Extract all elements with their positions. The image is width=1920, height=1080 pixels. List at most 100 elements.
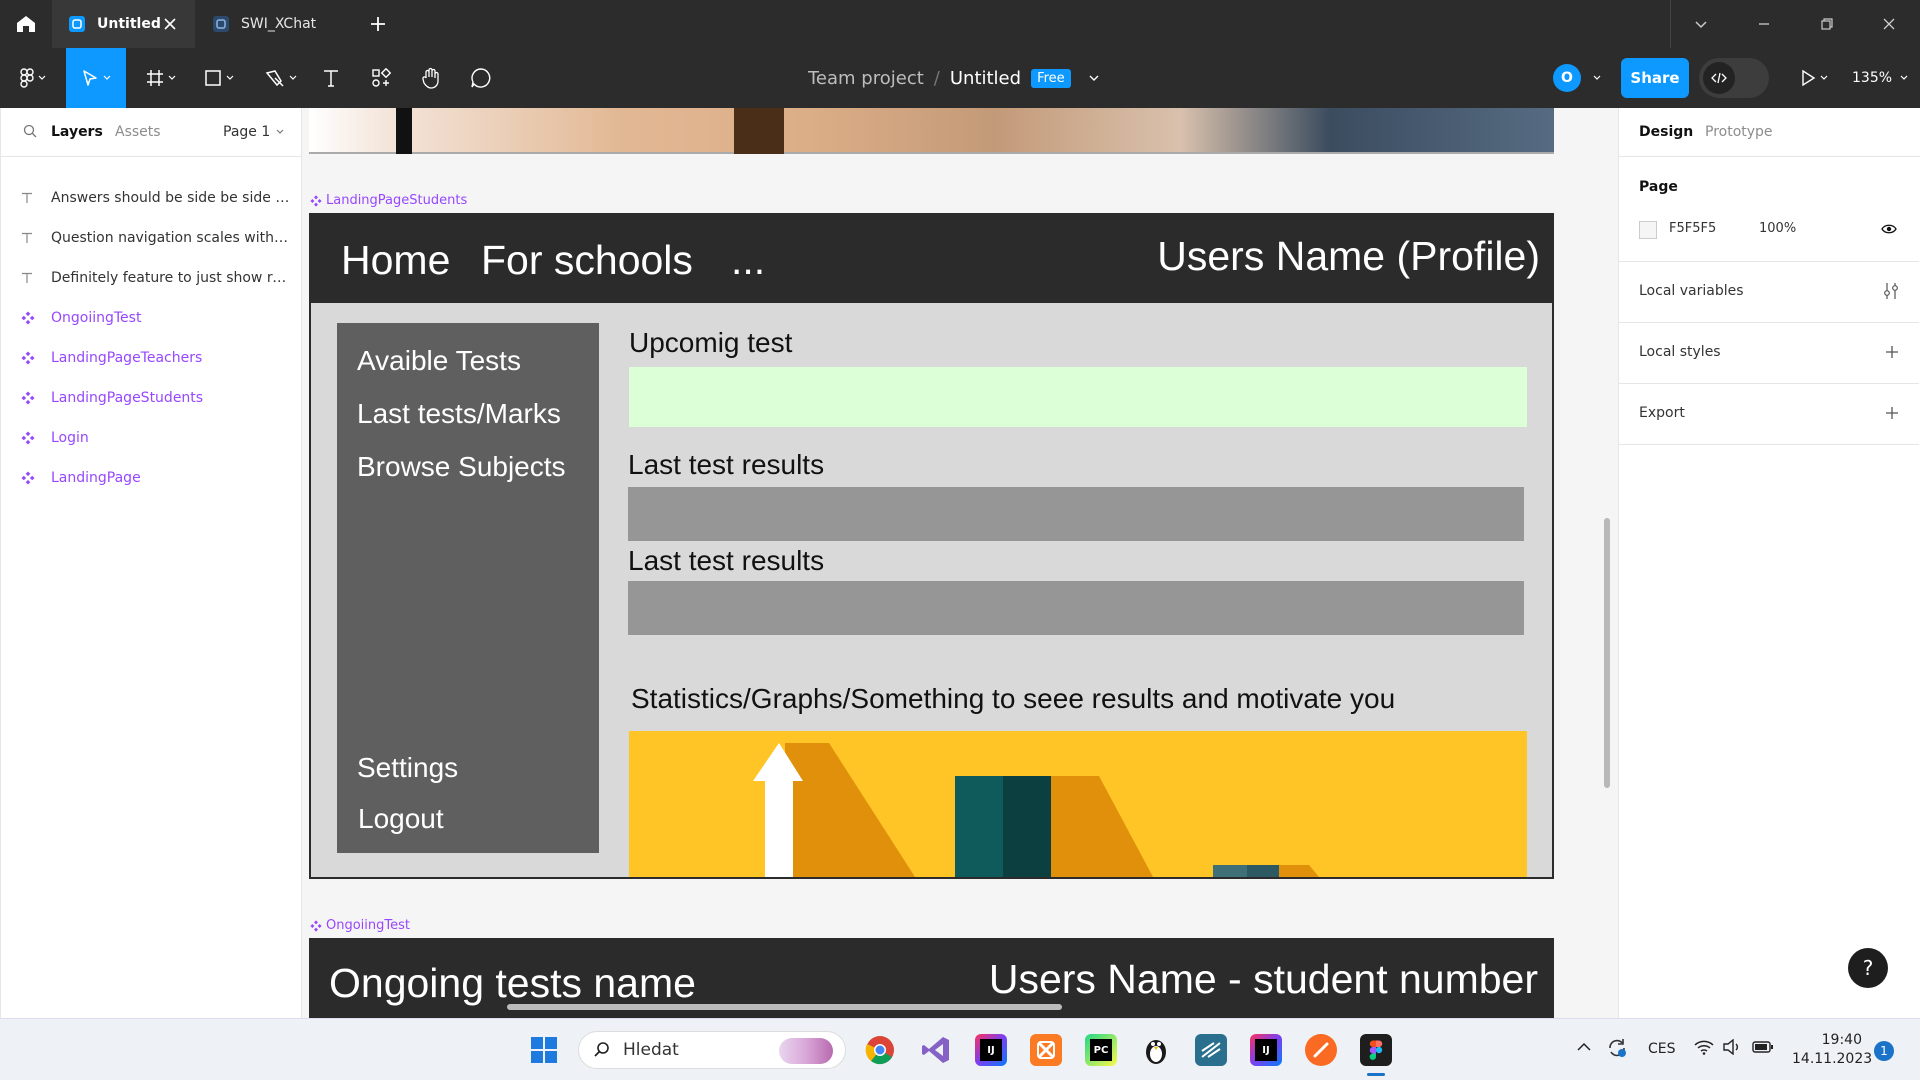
avatar[interactable]: O bbox=[1553, 64, 1581, 92]
chevron-up-icon[interactable] bbox=[1576, 1041, 1592, 1053]
taskbar-search[interactable]: Hledat bbox=[578, 1031, 846, 1069]
minimize-button[interactable] bbox=[1733, 0, 1795, 48]
clock[interactable]: 19:40 14.11.2023 bbox=[1792, 1031, 1872, 1069]
share-button[interactable]: Share bbox=[1621, 58, 1689, 98]
help-button[interactable]: ? bbox=[1848, 948, 1888, 988]
mockup-stats-graphic[interactable] bbox=[629, 731, 1527, 877]
intellij-icon[interactable]: IJ bbox=[975, 1034, 1007, 1066]
layer-item[interactable]: Login bbox=[1, 418, 301, 458]
mockup-sidebar-item[interactable]: Avaible Tests bbox=[357, 345, 521, 377]
layer-item[interactable]: Answers should be side be side to... bbox=[1, 178, 301, 218]
chevron-down-icon[interactable] bbox=[1593, 75, 1601, 81]
frame-label-landing-students[interactable]: LandingPageStudents bbox=[310, 193, 467, 208]
mockup-nav-home[interactable]: Home bbox=[341, 237, 450, 284]
mockup-last-results-box[interactable] bbox=[628, 487, 1524, 541]
restore-button[interactable] bbox=[1796, 0, 1858, 48]
plus-icon[interactable] bbox=[368, 14, 388, 34]
landing-page-students-frame[interactable]: Home For schools ... Users Name (Profile… bbox=[309, 213, 1554, 879]
mockup-profile[interactable]: Users Name (Profile) bbox=[1157, 233, 1540, 280]
eye-icon[interactable] bbox=[1881, 223, 1897, 235]
page-opacity-value[interactable]: 100% bbox=[1759, 221, 1796, 236]
mockup-upcoming-box[interactable] bbox=[629, 367, 1527, 427]
team-name[interactable]: Team project bbox=[808, 68, 924, 89]
zoom-menu[interactable]: 135% bbox=[1852, 48, 1908, 108]
pycharm-icon[interactable]: PC bbox=[1085, 1034, 1117, 1066]
home-button[interactable] bbox=[0, 0, 52, 48]
mockup-ongoing-user[interactable]: Users Name - student number bbox=[989, 956, 1538, 1003]
volume-icon[interactable] bbox=[1722, 1039, 1742, 1055]
search-icon[interactable] bbox=[23, 124, 37, 138]
battery-icon[interactable] bbox=[1752, 1041, 1774, 1053]
sliders-icon[interactable] bbox=[1883, 282, 1899, 300]
layer-item[interactable]: OngoiingTest bbox=[1, 298, 301, 338]
layer-item[interactable]: LandingPageStudents bbox=[1, 378, 301, 418]
design-canvas[interactable]: LandingPageStudents Home For schools ...… bbox=[302, 108, 1618, 1018]
plus-icon[interactable] bbox=[1885, 345, 1899, 359]
penguin-icon[interactable] bbox=[1140, 1034, 1172, 1066]
wifi-icon[interactable] bbox=[1694, 1039, 1714, 1055]
page-color-value[interactable]: F5F5F5 bbox=[1669, 221, 1716, 236]
layer-item[interactable]: Definitely feature to just show rem... bbox=[1, 258, 301, 298]
tab-list-button[interactable] bbox=[1670, 0, 1732, 48]
close-icon[interactable] bbox=[161, 15, 179, 33]
language-indicator[interactable]: CES bbox=[1648, 1041, 1676, 1057]
layer-item[interactable]: Question navigation scales with qu... bbox=[1, 218, 301, 258]
mockup-nav-schools[interactable]: For schools bbox=[481, 237, 693, 284]
mockup-nav-more[interactable]: ... bbox=[731, 237, 765, 284]
local-styles-label: Local styles bbox=[1639, 344, 1721, 360]
tab-assets[interactable]: Assets bbox=[115, 124, 161, 140]
mockup-sidebar-item[interactable]: Browse Subjects bbox=[357, 451, 566, 483]
sync-icon[interactable] bbox=[1606, 1037, 1628, 1059]
window-close-button[interactable] bbox=[1858, 0, 1920, 48]
move-tool[interactable] bbox=[66, 48, 126, 108]
frame-tool[interactable] bbox=[138, 48, 184, 108]
tab-untitled[interactable]: Untitled bbox=[52, 0, 195, 48]
horizontal-scrollbar[interactable] bbox=[507, 1004, 1062, 1010]
pen-tool[interactable] bbox=[258, 48, 304, 108]
mockup-sidebar-logout[interactable]: Logout bbox=[358, 803, 444, 835]
text-tool[interactable] bbox=[316, 48, 346, 108]
notification-badge[interactable]: 1 bbox=[1874, 1041, 1894, 1061]
visual-studio-icon[interactable] bbox=[920, 1034, 952, 1066]
local-styles-section[interactable]: Local styles bbox=[1619, 323, 1919, 384]
swift-icon[interactable] bbox=[1305, 1034, 1337, 1066]
landing-page-photo[interactable] bbox=[309, 108, 1554, 154]
layer-item[interactable]: LandingPageTeachers bbox=[1, 338, 301, 378]
tab-prototype[interactable]: Prototype bbox=[1705, 124, 1773, 140]
page-selector[interactable]: Page 1 bbox=[223, 124, 284, 140]
mockup-sidebar-settings[interactable]: Settings bbox=[357, 752, 458, 784]
frame-label-ongoing-test[interactable]: OngoiingTest bbox=[310, 918, 410, 933]
plus-icon[interactable] bbox=[1885, 406, 1899, 420]
vertical-scrollbar[interactable] bbox=[1604, 518, 1610, 788]
file-name[interactable]: Untitled bbox=[950, 68, 1021, 89]
shape-tool[interactable] bbox=[196, 48, 242, 108]
chrome-icon[interactable] bbox=[864, 1034, 896, 1066]
hand-tool[interactable] bbox=[416, 48, 446, 108]
component-icon bbox=[310, 919, 326, 932]
intellij-icon-2[interactable]: IJ bbox=[1250, 1034, 1282, 1066]
comment-tool[interactable] bbox=[466, 48, 496, 108]
search-label: Hledat bbox=[623, 1040, 679, 1060]
figma-icon[interactable] bbox=[1360, 1034, 1392, 1066]
chevron-down-icon bbox=[276, 129, 284, 135]
tab-layers[interactable]: Layers bbox=[51, 124, 103, 140]
xampp-icon[interactable] bbox=[1030, 1034, 1062, 1066]
main-menu-button[interactable] bbox=[10, 48, 56, 108]
resources-tool[interactable] bbox=[366, 48, 396, 108]
chevron-down-icon[interactable] bbox=[1089, 75, 1099, 81]
page-color-swatch[interactable] bbox=[1639, 221, 1657, 239]
dev-mode-toggle[interactable] bbox=[1699, 58, 1769, 98]
local-variables-section[interactable]: Local variables bbox=[1619, 262, 1919, 323]
windows-start-icon[interactable] bbox=[528, 1034, 560, 1066]
present-button[interactable] bbox=[1794, 48, 1834, 108]
network-app-icon[interactable] bbox=[1195, 1034, 1227, 1066]
tab-swi-xchat[interactable]: SWI_XChat bbox=[196, 0, 358, 48]
tab-design[interactable]: Design bbox=[1639, 124, 1693, 140]
tab-title: Untitled bbox=[97, 16, 161, 32]
export-section[interactable]: Export bbox=[1619, 384, 1919, 445]
mockup-ongoing-test-name[interactable]: Ongoing tests name bbox=[329, 960, 696, 1007]
plan-badge[interactable]: Free bbox=[1031, 68, 1071, 88]
layer-item[interactable]: LandingPage bbox=[1, 458, 301, 498]
mockup-last-results-box[interactable] bbox=[628, 581, 1524, 635]
mockup-sidebar-item[interactable]: Last tests/Marks bbox=[357, 398, 561, 430]
